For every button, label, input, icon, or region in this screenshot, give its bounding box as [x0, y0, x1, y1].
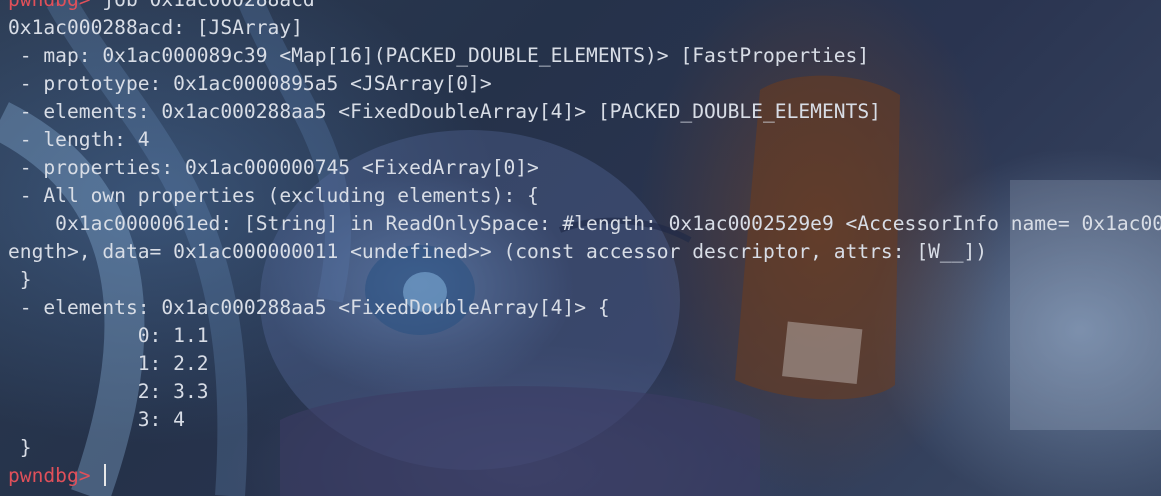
output-line: - map: 0x1ac000089c39 <Map[16](PACKED_DO…: [8, 44, 870, 67]
command-text: job 0x1ac000288acd: [102, 0, 314, 11]
output-line: 0: 1.1: [8, 324, 209, 347]
output-line: }: [8, 268, 32, 291]
prompt-label: pwndbg>: [8, 0, 91, 11]
text-cursor: [104, 464, 107, 486]
output-line: 2: 3.3: [8, 380, 209, 403]
command-line: pwndbg> job 0x1ac000288acd: [8, 0, 1161, 14]
output-line: - elements: 0x1ac000288aa5 <FixedDoubleA…: [8, 100, 881, 123]
output-line: 1: 2.2: [8, 352, 209, 375]
next-prompt-label: pwndbg>: [8, 464, 91, 487]
output-line: - prototype: 0x1ac0000895a5 <JSArray[0]>: [8, 72, 492, 95]
output-line: - elements: 0x1ac000288aa5 <FixedDoubleA…: [8, 296, 610, 319]
output-line: ength>, data= 0x1ac000000011 <undefined>…: [8, 240, 988, 263]
output-line: 3: 4: [8, 408, 185, 431]
output-line: - length: 4: [8, 128, 150, 151]
output-line: - All own properties (excluding elements…: [8, 184, 539, 207]
output-line: 0x1ac000288acd: [JSArray]: [8, 16, 303, 39]
output-line: }: [8, 436, 32, 459]
terminal-window[interactable]: pwndbg> job 0x1ac000288acd 0x1ac000288acd…: [0, 0, 1161, 496]
output-line: 0x1ac0000061ed: [String] in ReadOnlySpac…: [55, 212, 1161, 235]
terminal-output[interactable]: pwndbg> job 0x1ac000288acd 0x1ac000288acd…: [8, 0, 1161, 490]
next-prompt-line[interactable]: pwndbg>: [8, 462, 1161, 490]
output-line: - properties: 0x1ac000000745 <FixedArray…: [8, 156, 539, 179]
